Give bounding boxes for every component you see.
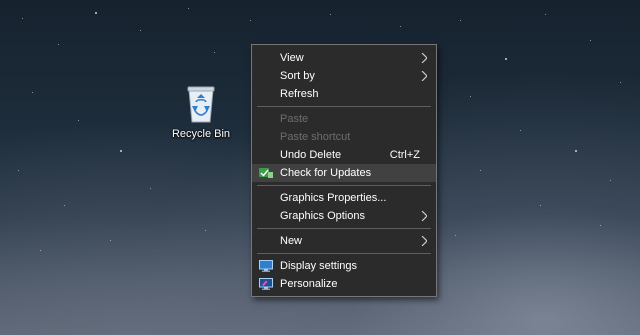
menu-item-label: Sort by	[280, 70, 315, 82]
chevron-right-icon	[421, 211, 427, 221]
menu-item-label: Personalize	[280, 278, 338, 290]
update-shield-icon	[259, 168, 273, 178]
chevron-right-icon	[421, 71, 427, 81]
menu-separator	[257, 106, 431, 107]
menu-item-label: View	[280, 52, 304, 64]
menu-item-new[interactable]: New	[252, 232, 436, 250]
menu-item-label: Check for Updates	[280, 167, 372, 179]
menu-item-display-settings[interactable]: Display settings	[252, 257, 436, 275]
menu-item-sort-by[interactable]: Sort by	[252, 67, 436, 85]
menu-item-label: Display settings	[280, 260, 358, 272]
desktop-context-menu: View Sort by Refresh Paste Paste shortcu…	[251, 44, 437, 297]
menu-item-label: Graphics Properties...	[280, 192, 387, 204]
menu-separator	[257, 185, 431, 186]
menu-item-label: Undo Delete	[280, 149, 342, 161]
menu-item-graphics-options[interactable]: Graphics Options	[252, 207, 436, 225]
menu-item-view[interactable]: View	[252, 49, 436, 67]
menu-item-paste-shortcut: Paste shortcut	[252, 128, 436, 146]
menu-item-undo-delete[interactable]: Undo Delete Ctrl+Z	[252, 146, 436, 164]
display-icon	[259, 260, 273, 272]
menu-item-graphics-properties[interactable]: Graphics Properties...	[252, 189, 436, 207]
menu-separator	[257, 228, 431, 229]
menu-item-check-for-updates[interactable]: Check for Updates	[252, 164, 436, 182]
menu-item-label: Paste shortcut	[280, 131, 351, 143]
desktop-icon-recycle-bin[interactable]: Recycle Bin	[168, 82, 234, 140]
recycle-bin-icon	[187, 86, 215, 123]
menu-separator	[257, 253, 431, 254]
menu-item-refresh[interactable]: Refresh	[252, 85, 436, 103]
desktop-icon-label: Recycle Bin	[171, 128, 231, 140]
chevron-right-icon	[421, 53, 427, 63]
menu-item-label: New	[280, 235, 303, 247]
menu-item-label: Graphics Options	[280, 210, 365, 222]
menu-item-shortcut: Ctrl+Z	[389, 149, 420, 161]
personalize-icon	[259, 278, 273, 290]
menu-item-label: Paste	[280, 113, 309, 125]
menu-item-label: Refresh	[280, 88, 319, 100]
menu-item-paste: Paste	[252, 110, 436, 128]
menu-item-personalize[interactable]: Personalize	[252, 275, 436, 293]
chevron-right-icon	[421, 236, 427, 246]
